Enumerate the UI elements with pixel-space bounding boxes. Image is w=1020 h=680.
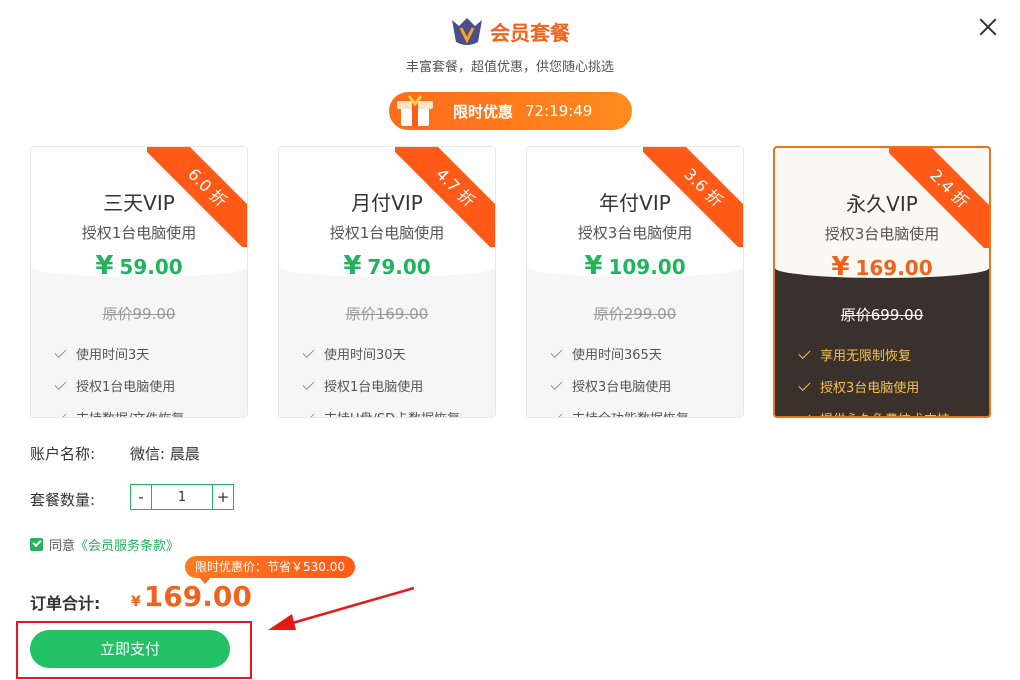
plan-price: ¥169.00 [775, 252, 989, 282]
plan-original-price: 原价699.00 [840, 306, 924, 324]
plan-card-monthly[interactable]: 月付VIP 授权1台电脑使用 ¥79.00 原价169.00 使用时间30天 授… [278, 146, 496, 418]
dialog-title: 会员套餐 [490, 20, 570, 45]
currency-symbol: ¥ [131, 594, 141, 610]
plan-original-price: 原价299.00 [593, 305, 677, 323]
check-icon [302, 377, 315, 390]
plan-price-value: 59.00 [119, 255, 183, 279]
feature-item: 使用时间3天 [54, 344, 247, 363]
pay-now-button[interactable]: 立即支付 [30, 630, 230, 668]
feature-item: 享用无限制恢复 [798, 345, 989, 364]
plan-price: ¥79.00 [279, 251, 495, 281]
agreement-row: 同意 《会员服务条款》 [30, 535, 179, 554]
check-icon [54, 377, 67, 390]
agree-label: 同意 [49, 539, 76, 554]
plan-features: 享用无限制恢复 授权3台电脑使用 提供永久免费技术支持 [775, 345, 989, 416]
discount-ribbon: 4.7 折 [395, 147, 495, 247]
feature-item: 提供永久免费技术支持 [798, 409, 989, 416]
quantity-input[interactable]: 1 [151, 485, 213, 509]
yen-symbol: ¥ [343, 251, 362, 281]
check-icon [798, 346, 811, 359]
plan-features: 使用时间30天 授权1台电脑使用 支持U盘/SD卡数据恢复 [279, 344, 495, 417]
account-label: 账户名称: [30, 445, 96, 463]
check-icon [798, 378, 811, 391]
plan-price: ¥109.00 [527, 251, 743, 281]
close-icon[interactable] [974, 14, 1002, 42]
feature-item: 支持全功能数据恢复 [550, 408, 743, 417]
total-value: 169.00 [143, 580, 252, 613]
feature-item: 支持U盘/SD卡数据恢复 [302, 408, 495, 417]
check-icon [54, 345, 67, 358]
discount-tooltip: 限时优惠价：节省￥530.00 [185, 556, 355, 584]
feature-item: 支持数据/文件恢复 [54, 408, 247, 417]
total-label: 订单合计: [30, 594, 101, 613]
plan-card-yearly[interactable]: 年付VIP 授权3台电脑使用 ¥109.00 原价299.00 使用时间365天… [526, 146, 744, 418]
account-value: 微信: 晨晨 [130, 445, 200, 463]
title-row: 会员套餐 [0, 16, 1020, 46]
check-icon [302, 345, 315, 358]
plan-price: ¥59.00 [31, 251, 247, 281]
plan-original-price: 原价99.00 [102, 305, 176, 323]
plan-price-value: 79.00 [367, 255, 431, 279]
feature-item: 授权3台电脑使用 [798, 377, 989, 396]
agree-checkbox[interactable] [30, 538, 43, 551]
feature-item: 使用时间30天 [302, 344, 495, 363]
promo-countdown: 72:19:49 [525, 102, 593, 120]
dialog-subtitle: 丰富套餐，超值优惠，供您随心挑选 [405, 60, 614, 75]
quantity-stepper: - 1 + [130, 484, 234, 510]
gift-box-icon [389, 92, 443, 130]
plan-original-price: 原价169.00 [345, 305, 429, 323]
plan-features: 使用时间365天 授权3台电脑使用 支持全功能数据恢复 [527, 344, 743, 417]
check-icon [550, 409, 563, 417]
annotation-arrow-icon [268, 586, 415, 630]
yen-symbol: ¥ [831, 252, 850, 282]
feature-item: 授权1台电脑使用 [302, 376, 495, 395]
yen-symbol: ¥ [95, 251, 114, 281]
check-icon [302, 409, 315, 417]
check-icon [550, 345, 563, 358]
discount-ribbon: 2.4 折 [889, 148, 989, 248]
plan-price-value: 109.00 [608, 255, 686, 279]
promo-banner: 限时优惠 72:19:49 [389, 92, 632, 130]
yen-symbol: ¥ [584, 251, 603, 281]
promo-label: 限时优惠 [453, 102, 514, 121]
increment-button[interactable]: + [213, 485, 233, 509]
plan-features: 使用时间3天 授权1台电脑使用 支持数据/文件恢复 [31, 344, 247, 417]
feature-item: 使用时间365天 [550, 344, 743, 363]
feature-item: 授权1台电脑使用 [54, 376, 247, 395]
discount-ribbon: 3.6 折 [643, 147, 743, 247]
dialog-header: 会员套餐 丰富套餐，超值优惠，供您随心挑选 [0, 16, 1020, 75]
plan-card-lifetime[interactable]: 永久VIP 授权3台电脑使用 ¥169.00 原价699.00 享用无限制恢复 … [773, 146, 991, 418]
vip-crown-icon [452, 18, 482, 45]
total-amount: ¥169.00 [131, 580, 252, 613]
quantity-label: 套餐数量: [30, 491, 96, 509]
check-icon [550, 377, 563, 390]
check-icon [54, 409, 67, 417]
check-icon [798, 410, 811, 416]
discount-ribbon: 6.0 折 [147, 147, 247, 247]
feature-item: 授权3台电脑使用 [550, 376, 743, 395]
plan-price-value: 169.00 [855, 256, 933, 280]
plan-card-3day[interactable]: 三天VIP 授权1台电脑使用 ¥59.00 原价99.00 使用时间3天 授权1… [30, 146, 248, 418]
decrement-button[interactable]: - [131, 485, 151, 509]
terms-link[interactable]: 《会员服务条款》 [75, 535, 179, 554]
